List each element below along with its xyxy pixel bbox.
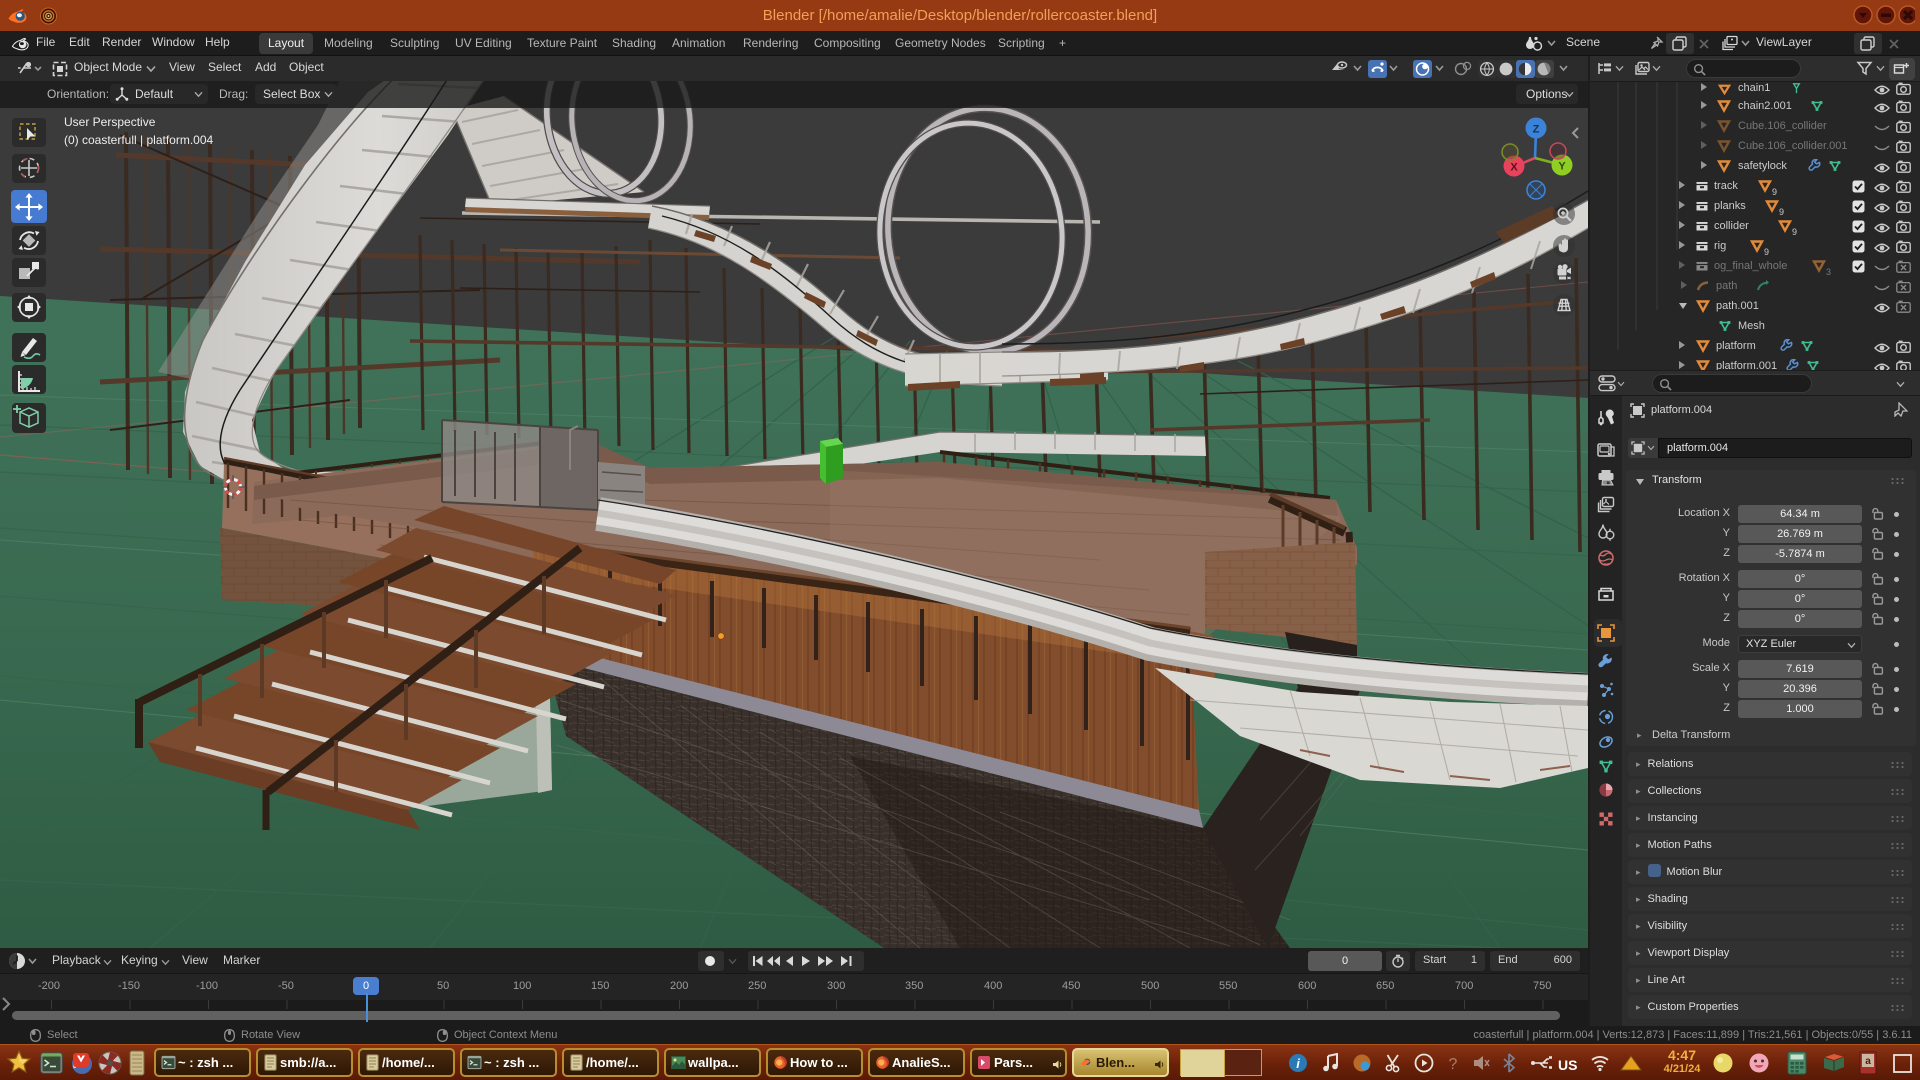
svg-text:Z: Z	[1533, 124, 1540, 136]
svg-text:Y: Y	[1558, 161, 1566, 173]
svg-text:a: a	[1865, 1056, 1871, 1067]
svg-text:i: i	[1296, 1056, 1300, 1071]
svg-text:X: X	[1510, 162, 1518, 174]
svg-text:?: ?	[1449, 1056, 1458, 1073]
